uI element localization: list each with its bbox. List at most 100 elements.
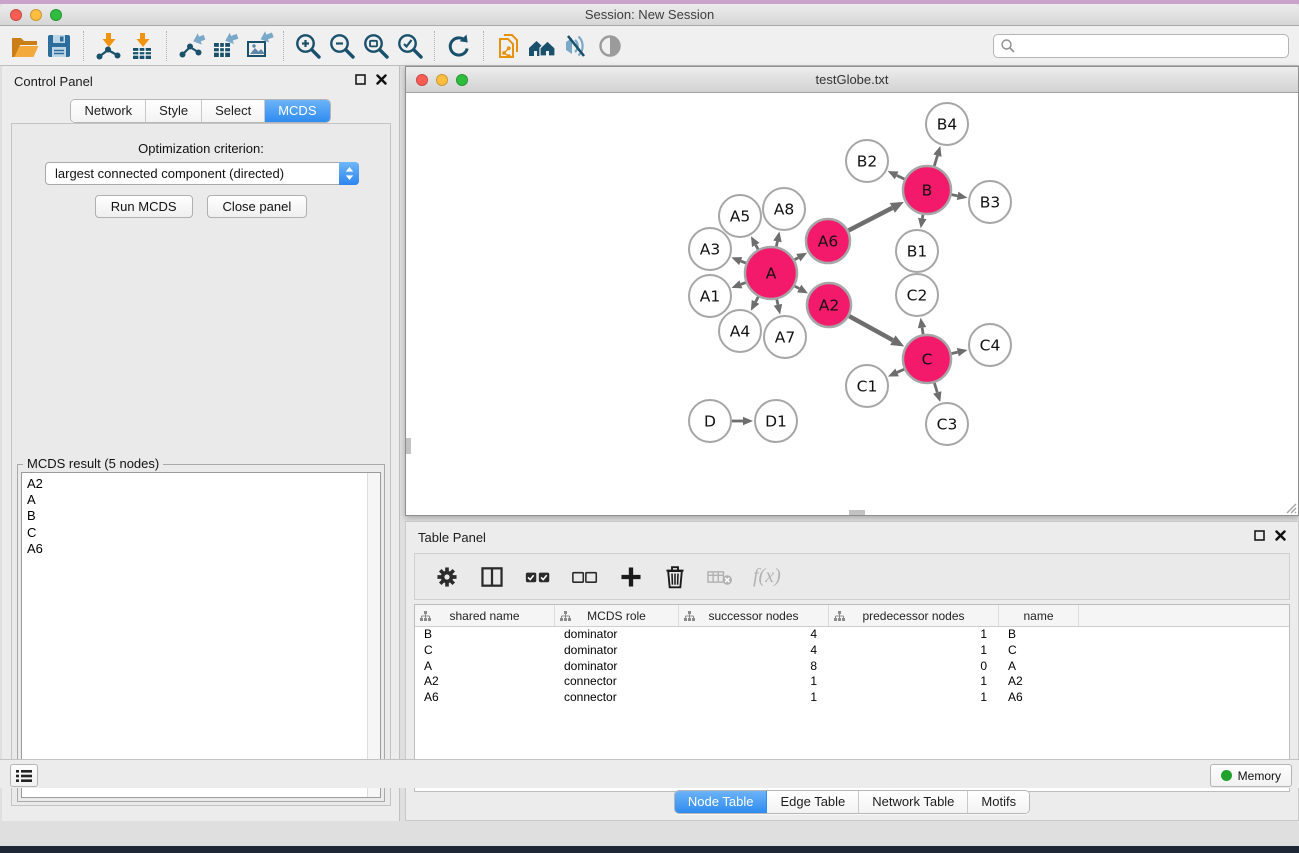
tab-edge-table[interactable]: Edge Table (767, 791, 859, 813)
mcds-result-item[interactable]: C (27, 525, 364, 541)
export-network-button[interactable] (174, 30, 208, 62)
graph-node-A[interactable]: A (745, 247, 797, 299)
table-cell[interactable]: 4 (679, 643, 829, 659)
mcds-result-item[interactable]: B (27, 508, 364, 524)
zoom-selected-button[interactable] (393, 30, 427, 62)
table-cell[interactable]: connector (555, 690, 679, 706)
graph-node-C3[interactable]: C3 (926, 403, 968, 445)
run-mcds-button[interactable]: Run MCDS (95, 195, 193, 218)
column-header-MCDS-role[interactable]: MCDS role (555, 605, 679, 626)
graph-edge-B-B1[interactable] (918, 215, 926, 229)
graph-edge-B-B2[interactable] (888, 171, 905, 179)
tab-network-table[interactable]: Network Table (859, 791, 968, 813)
graph-edge-A-A8[interactable] (773, 232, 781, 247)
graph-node-B[interactable]: B (903, 166, 951, 214)
graph-edge-A6-B[interactable] (848, 202, 903, 231)
graph-node-D[interactable]: D (689, 400, 731, 442)
import-table-button[interactable] (125, 30, 159, 62)
table-cell[interactable]: dominator (555, 643, 679, 659)
table-cell[interactable]: connector (555, 674, 679, 690)
table-cell[interactable]: A6 (415, 690, 555, 706)
graph-edge-A-A7[interactable] (774, 299, 782, 314)
home-button[interactable] (525, 30, 559, 62)
graph-edge-A-A3[interactable] (731, 257, 745, 265)
table-cell[interactable]: 4 (679, 627, 829, 643)
graph-node-A2[interactable]: A2 (807, 283, 851, 327)
mcds-result-item[interactable]: A6 (27, 541, 364, 557)
function-builder-button[interactable]: f(x) (753, 565, 781, 588)
graph-edge-A-A2[interactable] (795, 285, 808, 294)
tab-motifs[interactable]: Motifs (968, 791, 1029, 813)
resize-grip-icon[interactable] (1284, 501, 1297, 514)
table-cell[interactable]: C (415, 643, 555, 659)
zoom-out-button[interactable] (325, 30, 359, 62)
search-input[interactable] (1016, 37, 1288, 55)
zoom-in-button[interactable] (291, 30, 325, 62)
graph-node-B2[interactable]: B2 (846, 140, 888, 182)
graph-node-C2[interactable]: C2 (896, 274, 938, 316)
close-panel-icon[interactable] (376, 74, 387, 85)
graph-edge-A-A5[interactable] (751, 236, 760, 249)
save-session-button[interactable] (42, 30, 76, 62)
graph-edge-C-C1[interactable] (888, 369, 904, 377)
float-panel-icon[interactable] (355, 74, 366, 85)
tab-node-table[interactable]: Node Table (675, 791, 768, 813)
table-cell[interactable]: A2 (999, 674, 1079, 690)
column-header-predecessor-nodes[interactable]: predecessor nodes (829, 605, 999, 626)
mcds-result-item[interactable]: A2 (27, 476, 364, 492)
task-history-button[interactable] (10, 764, 38, 787)
table-cell[interactable]: 1 (679, 674, 829, 690)
hide-graphics-details-button[interactable] (559, 30, 593, 62)
column-header-successor-nodes[interactable]: successor nodes (679, 605, 829, 626)
table-cell[interactable]: A (415, 659, 555, 675)
mcds-result-item[interactable]: A (27, 492, 364, 508)
search-box[interactable] (993, 34, 1289, 58)
split-table-button[interactable] (479, 564, 505, 590)
table-cell[interactable]: dominator (555, 659, 679, 675)
graph-edge-C-C3[interactable] (933, 383, 941, 402)
graph-node-A1[interactable]: A1 (689, 275, 731, 317)
table-cell[interactable]: 1 (829, 627, 999, 643)
graph-edge-D-D1[interactable] (732, 417, 753, 426)
graph-node-B3[interactable]: B3 (969, 181, 1011, 223)
criterion-dropdown[interactable]: largest connected component (directed) (45, 162, 359, 185)
memory-button[interactable]: Memory (1210, 764, 1292, 787)
export-image-button[interactable] (242, 30, 276, 62)
table-row[interactable]: A6connector11A6 (415, 690, 1289, 706)
horizontal-scroll-indicator[interactable] (849, 510, 865, 515)
table-cell[interactable]: B (999, 627, 1079, 643)
table-cell[interactable]: 1 (829, 690, 999, 706)
table-row[interactable]: Adominator80A (415, 659, 1289, 675)
table-cell[interactable]: A (999, 659, 1079, 675)
duplicate-network-button[interactable] (491, 30, 525, 62)
show-all-columns-button[interactable] (524, 564, 552, 590)
graph-node-C4[interactable]: C4 (969, 324, 1011, 366)
list-scrollbar[interactable] (367, 473, 380, 797)
table-cell[interactable]: 8 (679, 659, 829, 675)
graph-node-A8[interactable]: A8 (763, 188, 805, 230)
graph-node-C[interactable]: C (903, 335, 951, 383)
zoom-fit-button[interactable] (359, 30, 393, 62)
graph-edge-A-A1[interactable] (732, 280, 746, 288)
table-cell[interactable]: 0 (829, 659, 999, 675)
float-panel-icon[interactable] (1254, 530, 1265, 541)
table-cell[interactable]: 1 (829, 643, 999, 659)
graph-edge-A-A4[interactable] (751, 297, 760, 311)
graph-node-A7[interactable]: A7 (764, 316, 806, 358)
graph-node-B1[interactable]: B1 (896, 230, 938, 272)
graph-edge-C-C2[interactable] (918, 318, 926, 335)
graph-node-A3[interactable]: A3 (689, 228, 731, 270)
hide-all-columns-button[interactable] (571, 564, 599, 590)
graph-node-C1[interactable]: C1 (846, 365, 888, 407)
tab-select[interactable]: Select (202, 100, 265, 122)
show-graphics-details-button[interactable] (593, 30, 627, 62)
table-cell[interactable]: A2 (415, 674, 555, 690)
network-canvas[interactable]: B4B2BB3A8A5A6A3B1AA1C2A2A4A7C4CC1C3DD1 (406, 93, 1298, 515)
close-panel-icon[interactable] (1275, 530, 1286, 541)
table-settings-button[interactable] (434, 564, 460, 590)
table-cell[interactable]: C (999, 643, 1079, 659)
tab-mcds[interactable]: MCDS (265, 100, 329, 122)
graph-node-A5[interactable]: A5 (719, 195, 761, 237)
close-panel-button[interactable]: Close panel (207, 195, 308, 218)
graph-node-D1[interactable]: D1 (755, 400, 797, 442)
